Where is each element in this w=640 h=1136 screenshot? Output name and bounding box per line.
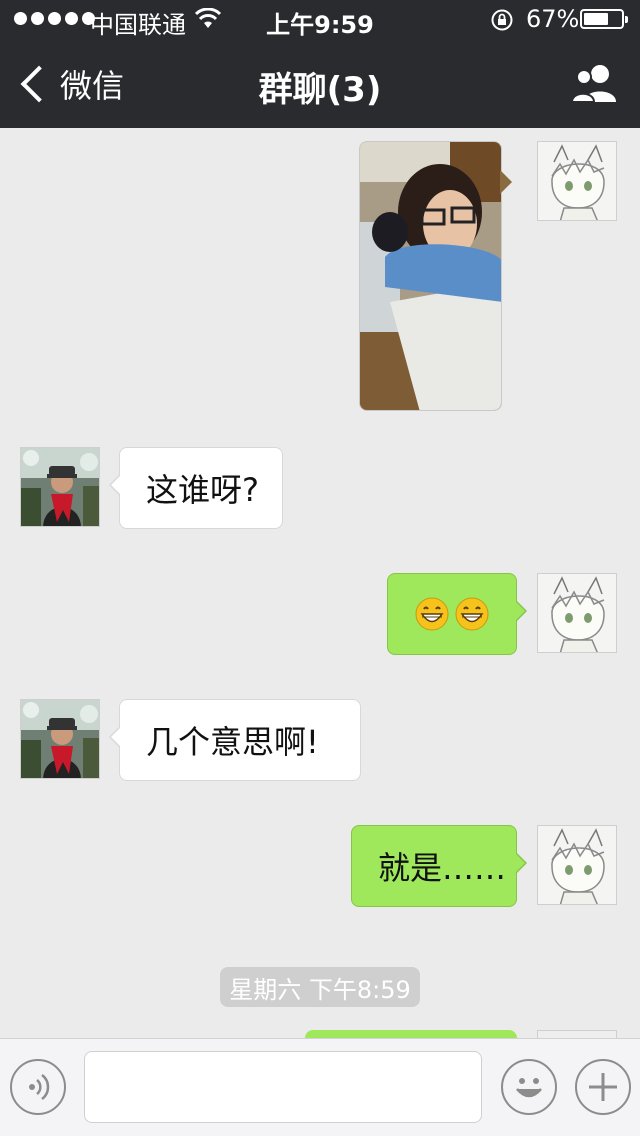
group-info-button[interactable] — [570, 62, 620, 106]
grin-emoji-icon — [415, 597, 449, 631]
text-message-bubble[interactable]: 几个意思啊! — [109, 699, 361, 781]
anime-avatar-image — [538, 142, 616, 220]
voice-icon — [29, 1074, 50, 1100]
emoji-button[interactable] — [501, 1059, 557, 1115]
person-avatar-image — [21, 448, 99, 526]
friend-avatar[interactable] — [20, 447, 100, 527]
image-message[interactable] — [359, 141, 502, 411]
navigation-bar: 微信 群聊(3) — [0, 40, 640, 128]
friend-avatar[interactable] — [20, 699, 100, 779]
my-avatar[interactable] — [537, 825, 617, 905]
chat-input-bar — [0, 1038, 640, 1136]
message-input[interactable] — [84, 1051, 482, 1123]
message-text: 几个意思啊! — [146, 723, 319, 761]
text-message-bubble[interactable]: 就是…… — [351, 825, 527, 907]
rotation-lock-icon — [491, 9, 513, 31]
chat-timestamp: 星期六 下午8:59 — [220, 967, 420, 1007]
bubble-tail — [500, 170, 512, 194]
message-text: 这谁呀? — [146, 471, 259, 509]
add-button[interactable] — [575, 1059, 631, 1115]
partial-message-bubble — [305, 1030, 517, 1038]
group-members-icon — [570, 65, 616, 103]
chat-title: 群聊(3) — [258, 70, 382, 110]
voice-button[interactable] — [10, 1059, 66, 1115]
anime-avatar-image — [538, 574, 616, 652]
battery-icon — [580, 9, 628, 29]
message-text: 就是…… — [378, 849, 507, 887]
partial-avatar — [537, 1030, 617, 1038]
plus-icon — [589, 1073, 617, 1101]
battery-percent: 67% — [526, 5, 580, 33]
person-avatar-image — [21, 700, 99, 778]
grin-emoji-icon — [455, 597, 489, 631]
emoji-message-bubble[interactable] — [387, 573, 527, 655]
my-avatar[interactable] — [537, 573, 617, 653]
anime-avatar-image — [538, 826, 616, 904]
emoji-icon — [516, 1078, 542, 1098]
photo-thumbnail — [360, 142, 501, 410]
top-bar: 中国联通 上午9:59 67% 微信 群聊(3) — [0, 0, 640, 128]
status-bar: 中国联通 上午9:59 67% — [0, 0, 640, 40]
text-message-bubble[interactable]: 这谁呀? — [109, 447, 283, 529]
my-avatar[interactable] — [537, 141, 617, 221]
